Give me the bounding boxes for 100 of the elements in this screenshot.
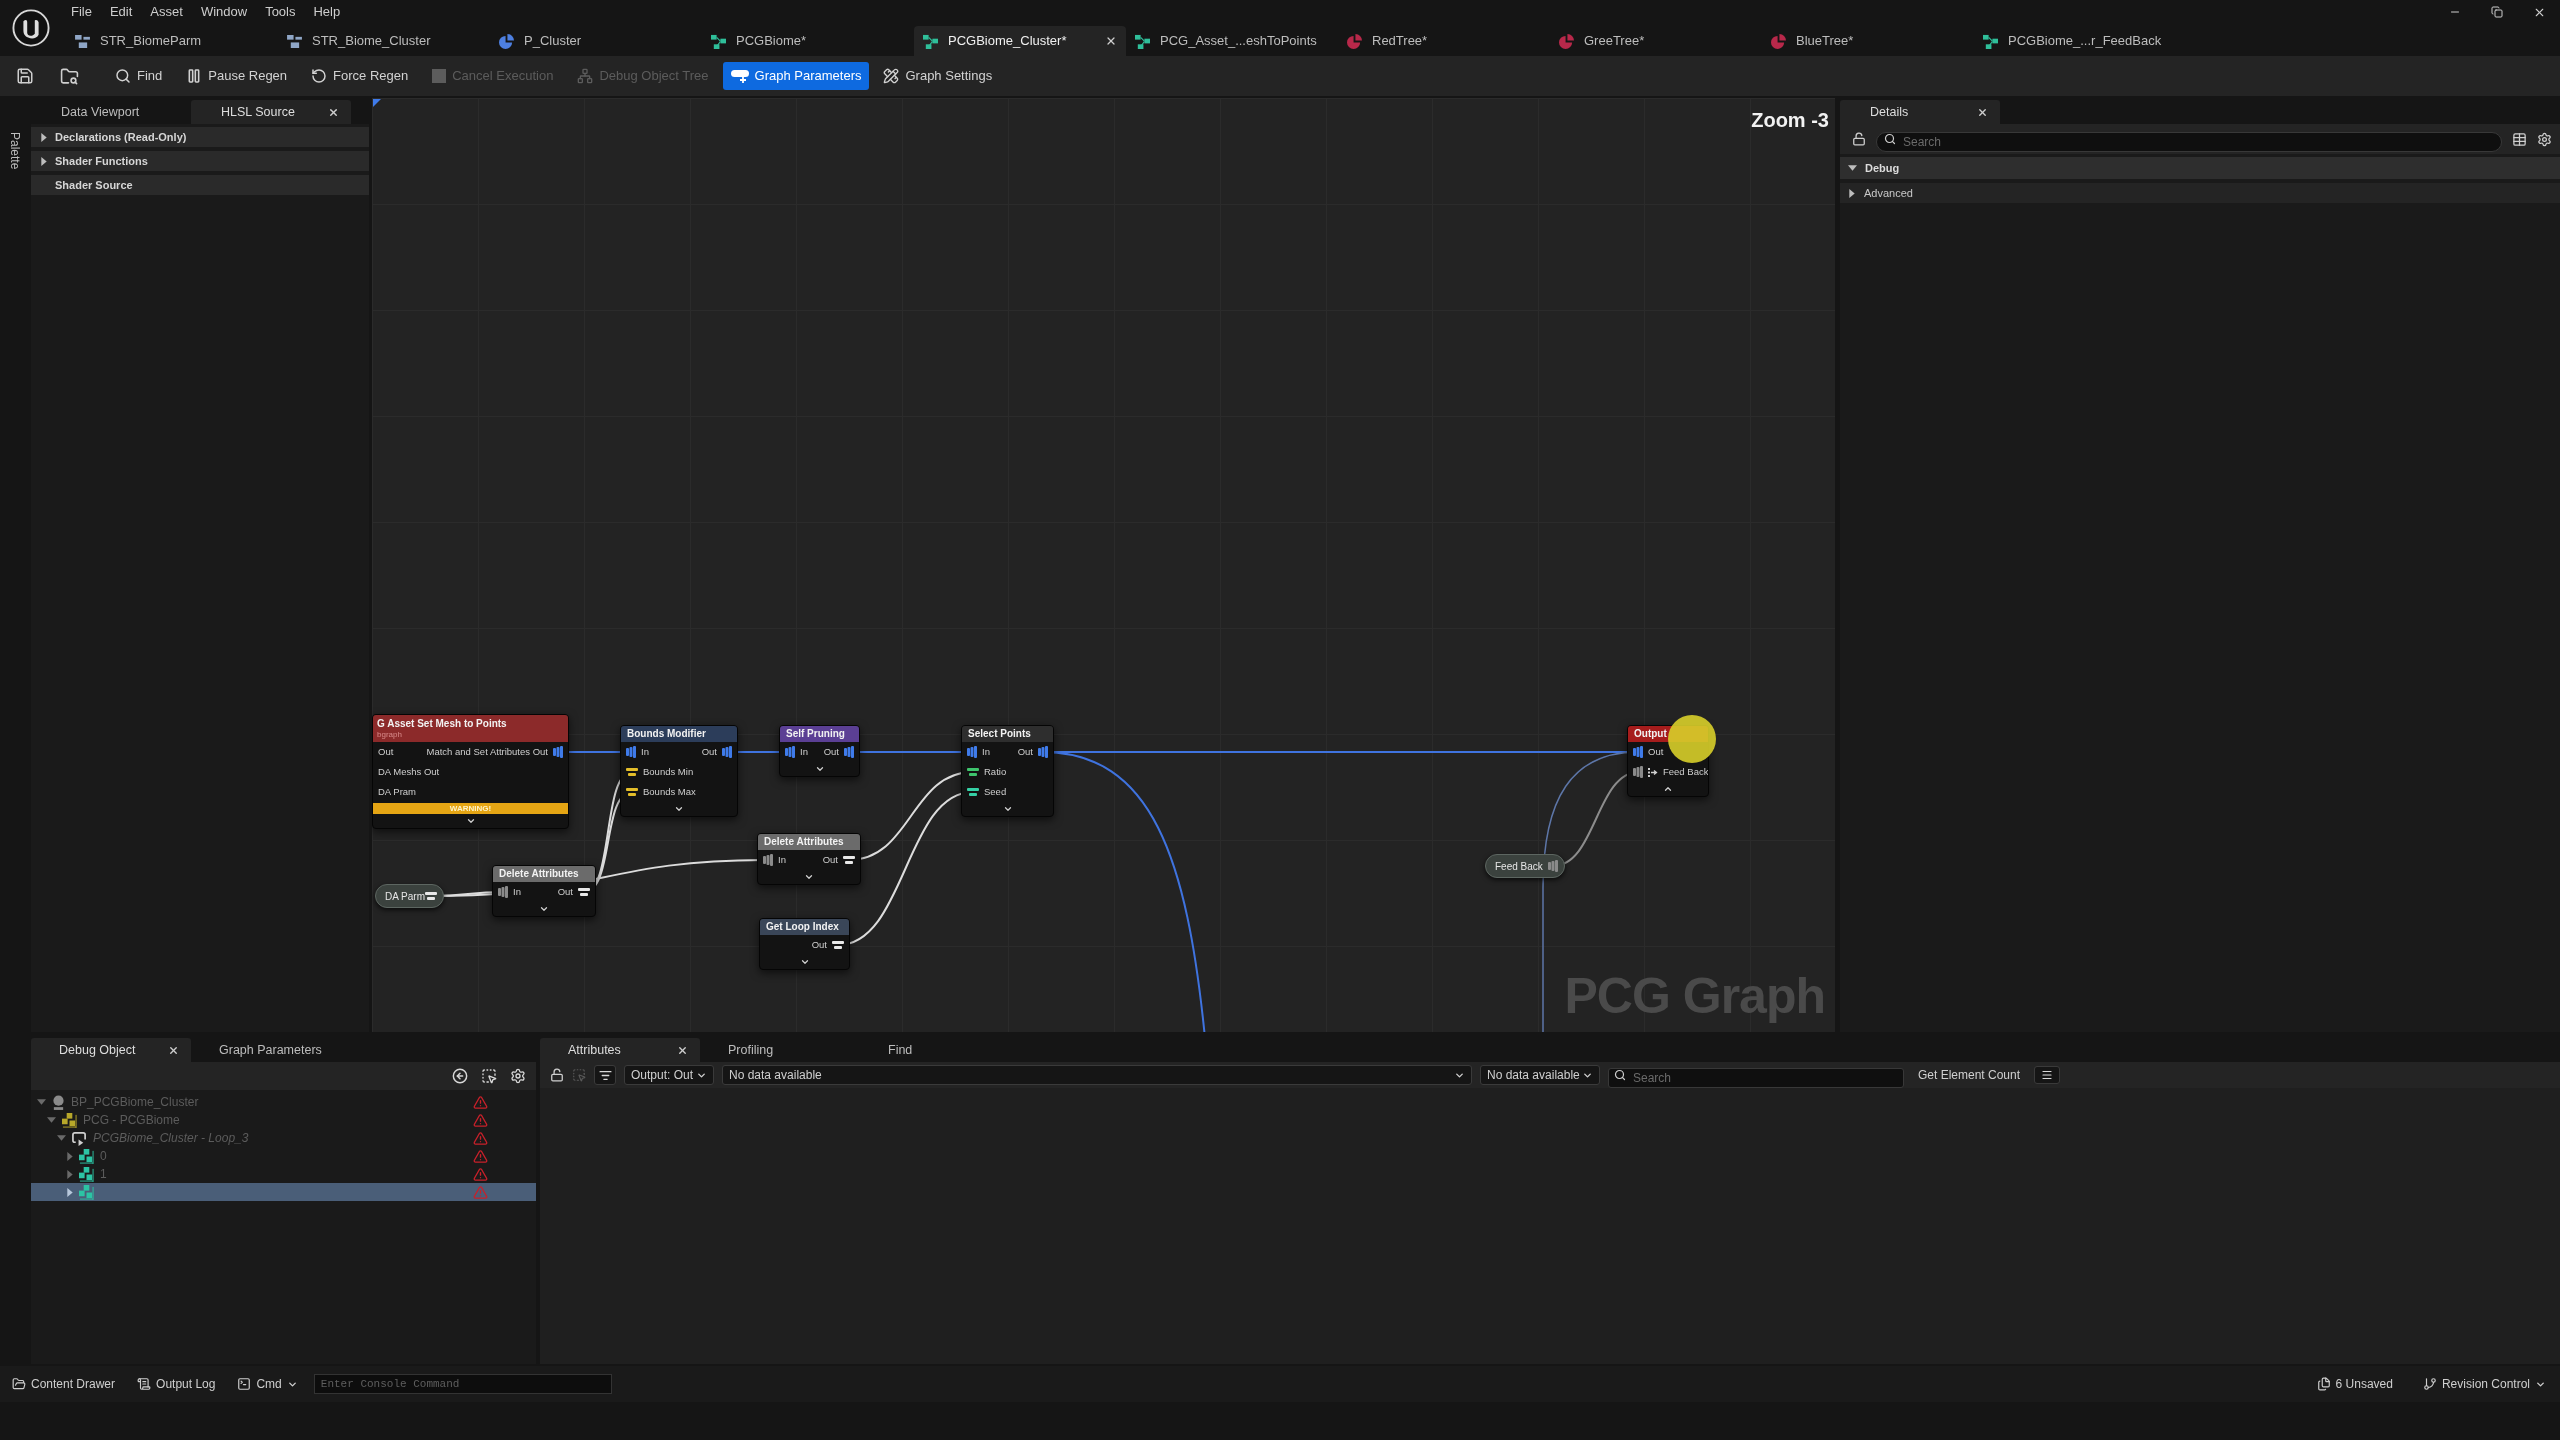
panel-tab[interactable]: Details [1840,100,2000,124]
sphere-icon [52,1094,65,1110]
toolbar-button[interactable]: Force Regen [301,62,419,90]
panel-tab[interactable]: Data Viewport [31,100,191,124]
close-icon[interactable] [168,1044,179,1056]
node-graph-icon [1983,33,1998,49]
menu-item[interactable]: Help [304,2,350,22]
console-input[interactable]: Enter Console Command [313,1374,612,1394]
panel-tab[interactable]: Find [860,1038,1020,1062]
node-title: Select Points [968,728,1031,740]
toolbar-button[interactable]: Graph Parameters [722,62,870,90]
close-icon[interactable] [1977,106,1988,118]
section-header[interactable]: Shader Source [31,175,369,195]
branch-icon [2422,1377,2437,1391]
palette-tab[interactable]: Palette [6,132,24,182]
status-button[interactable]: Content Drawer [6,1372,122,1396]
menu-item[interactable]: Tools [256,2,305,22]
node-tree-icon [577,68,594,84]
search-field[interactable]: Search [1608,1068,1904,1088]
editor-tab[interactable]: PCG_Asset_...eshToPoints [1126,26,1338,56]
panel-tab[interactable]: Graph Parameters [191,1038,351,1062]
status-button[interactable]: Revision Control [2416,1372,2552,1396]
editor-tab[interactable]: P_Cluster [490,26,702,56]
editor-tab[interactable]: GreeTree* [1550,26,1762,56]
panel-tab[interactable]: HLSL Source [191,100,351,124]
menu-item[interactable]: File [62,2,101,22]
pin-label: DA Meshs Out [378,764,440,779]
editor-tab[interactable]: BlueTree* [1762,26,1974,56]
category-row[interactable]: Advanced [1840,183,2560,203]
table-icon[interactable] [2512,131,2527,147]
category-row[interactable]: Debug [1840,157,2560,179]
pointer-select-icon[interactable] [481,1068,497,1084]
dropdown[interactable]: No data available [1480,1065,1600,1085]
dropdown[interactable]: Output: Out [624,1065,714,1085]
cubes-icon [79,1184,94,1200]
menu-icon [2041,1069,2054,1081]
menu-item[interactable]: Window [191,2,257,22]
parameter-icon [730,69,749,83]
pie-icon [1559,33,1574,49]
editor-tab[interactable]: PCGBiome_...r_FeedBack [1974,26,2186,56]
section-header[interactable]: Shader Functions [31,151,369,171]
menu-item[interactable]: Asset [141,2,192,22]
editor-tab[interactable]: PCGBiome_Cluster* [914,26,1126,56]
tree-label: 0 [100,1148,107,1165]
node-graph-icon [1135,33,1150,49]
toolbar-button[interactable]: Find [105,62,173,90]
zoom-level: Zoom -3 [1751,108,1829,133]
close-icon[interactable] [328,106,339,118]
panel-tab[interactable]: Debug Object [31,1038,191,1062]
expand-arrow-icon[interactable] [41,156,47,166]
section-header[interactable]: Declarations (Read-Only) [31,127,369,147]
lock-icon[interactable] [1852,132,1866,146]
menu-item[interactable]: Edit [100,2,142,22]
pin-label: Feed Back [1663,764,1708,779]
click-indicator-icon [1668,715,1716,763]
settings-icon[interactable] [2537,131,2552,147]
expand-arrow-icon[interactable] [41,132,47,142]
editor-tab[interactable]: RedTree* [1338,26,1550,56]
editor-tab[interactable]: STR_BiomeParm [66,26,278,56]
editor-tab[interactable]: PCGBiome* [702,26,914,56]
expand-arrow-icon[interactable] [1849,188,1855,198]
search-icon [1614,1069,1626,1081]
status-button[interactable]: 6 Unsaved [2310,1372,2399,1396]
close-icon[interactable] [677,1044,688,1056]
expand-arrow-icon[interactable] [67,1187,73,1197]
editor-tab[interactable]: STR_Biome_Cluster [278,26,490,56]
tree-label: PCG - PCGBiome [83,1112,180,1129]
tree-label: 1 [100,1166,107,1183]
pin-label: DA Pram [378,784,416,799]
search-icon [1884,133,1896,145]
browse-icon[interactable] [60,66,79,86]
panel-tab[interactable]: Profiling [700,1038,860,1062]
search-field[interactable]: Search [1876,132,2502,152]
pin-label: Out [1648,744,1664,759]
filter-button[interactable] [594,1065,616,1085]
dropdown[interactable]: No data available [722,1065,1472,1085]
filter-icon [598,1068,612,1082]
lock-icon[interactable] [550,1068,564,1082]
folder-icon [12,1377,26,1391]
expand-arrow-icon[interactable] [1848,165,1857,171]
save-icon[interactable] [16,67,34,85]
toolbar-button[interactable]: Pause Regen [176,62,298,90]
toolbar-button[interactable]: Graph Settings [873,62,1003,90]
terminal-icon [237,1377,252,1391]
node-subtitle: bgraph [377,729,403,740]
engine-logo-icon[interactable] [12,9,50,47]
close-icon[interactable] [1105,35,1117,47]
settings-icon[interactable] [510,1068,526,1084]
status-button[interactable]: Cmd [231,1372,304,1396]
panel-tab[interactable]: Attributes [540,1038,700,1062]
element-count-button[interactable]: Get Element Count [1912,1065,2027,1085]
stop-square-icon [432,69,447,83]
pin-label: Out [378,744,394,759]
chevron-up-icon[interactable] [1663,784,1673,794]
menu-button[interactable] [2034,1066,2061,1084]
parameter-node[interactable]: DA Parm [375,884,444,908]
node-title: G Asset Set Mesh to Points [377,717,508,730]
blocks-icon [75,34,90,48]
status-button[interactable]: Output Log [131,1372,222,1396]
search-icon [115,68,131,84]
